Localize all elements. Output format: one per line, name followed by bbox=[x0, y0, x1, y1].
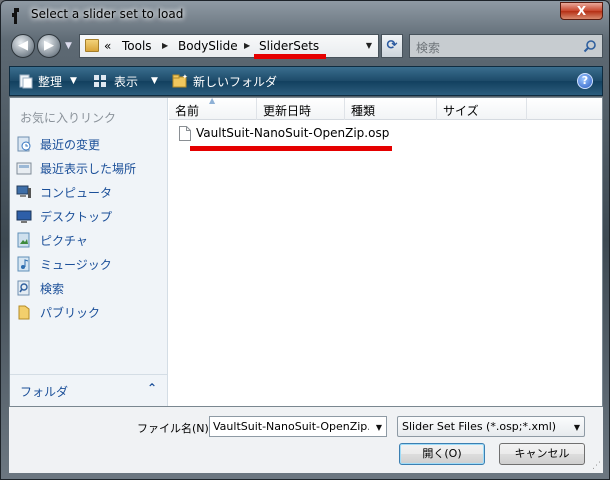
views-dropdown-icon[interactable]: ▼ bbox=[151, 76, 158, 86]
column-label: 名前 bbox=[175, 104, 200, 118]
sidebar-item-recent-places[interactable]: 最近表示した場所 bbox=[14, 157, 164, 179]
organize-dropdown-icon[interactable]: ▼ bbox=[70, 76, 77, 86]
column-header-row: ▲ 名前 更新日時 種類 サイズ bbox=[169, 96, 602, 120]
column-header-type[interactable]: 種類 bbox=[345, 98, 437, 120]
views-button[interactable]: 表示 bbox=[114, 73, 138, 90]
sidebar-item-pictures[interactable]: ピクチャ bbox=[14, 229, 164, 251]
sidebar-item-label: 最近表示した場所 bbox=[40, 162, 137, 176]
pictures-icon bbox=[17, 232, 30, 248]
sidebar-item-label: ピクチャ bbox=[40, 234, 88, 248]
search-icon[interactable] bbox=[583, 39, 597, 53]
sidebar-item-recent-changes[interactable]: 最近の変更 bbox=[14, 133, 164, 155]
search-box[interactable]: 検索 bbox=[409, 34, 603, 58]
title-bar: Select a slider set to load X bbox=[1, 1, 609, 31]
file-dialog-window: Select a slider set to load X ◀ ▶ ▼ « To… bbox=[0, 0, 610, 480]
filetype-value: Slider Set Files (*.osp;*.xml) bbox=[402, 420, 557, 433]
new-folder-button[interactable]: 新しいフォルダ bbox=[193, 73, 277, 90]
filetype-select[interactable]: Slider Set Files (*.osp;*.xml) ▼ bbox=[397, 416, 585, 437]
column-header-name[interactable]: ▲ 名前 bbox=[169, 96, 257, 120]
breadcrumb-slidersets[interactable]: SliderSets bbox=[259, 39, 319, 53]
resize-grip-icon[interactable]: ⋰ bbox=[592, 461, 601, 471]
favorite-links-heading: お気に入りリンク bbox=[20, 111, 117, 125]
chevron-up-icon[interactable]: ⌃ bbox=[147, 381, 157, 395]
recent-pages-dropdown-icon[interactable]: ▼ bbox=[65, 41, 72, 51]
breadcrumb-bodyslide[interactable]: BodySlide bbox=[178, 39, 238, 53]
computer-icon bbox=[16, 185, 31, 198]
file-icon bbox=[179, 126, 191, 141]
file-list-item[interactable]: VaultSuit-NanoSuit-OpenZip.osp bbox=[177, 124, 417, 144]
search-folder-icon bbox=[17, 280, 30, 296]
organize-icon[interactable] bbox=[18, 73, 34, 89]
forward-button[interactable]: ▶ bbox=[37, 34, 61, 58]
desktop-icon bbox=[16, 210, 32, 223]
sidebar-item-search[interactable]: 検索 bbox=[14, 277, 164, 299]
annotation-underline bbox=[254, 54, 326, 59]
sidebar-item-label: 最近の変更 bbox=[40, 138, 101, 152]
dialog-client-area: お気に入りリンク 最近の変更 最近表示した場所 コンピュータ デスクトップ ピク… bbox=[9, 96, 603, 407]
music-icon bbox=[17, 256, 30, 272]
navigation-row: ◀ ▶ ▼ « Tools ▶ BodySlide ▶ SliderSets ▼… bbox=[9, 32, 603, 60]
window-title: Select a slider set to load bbox=[31, 7, 184, 21]
recent-places-icon bbox=[16, 162, 32, 175]
back-button[interactable]: ◀ bbox=[11, 34, 35, 58]
sidebar-item-label: ミュージック bbox=[40, 258, 112, 272]
app-icon bbox=[12, 8, 19, 24]
breadcrumb-separator-icon[interactable]: ▶ bbox=[162, 41, 168, 50]
public-folder-icon bbox=[18, 305, 30, 320]
cancel-button[interactable]: キャンセル bbox=[499, 443, 585, 465]
breadcrumb-tools[interactable]: Tools bbox=[122, 39, 152, 53]
column-label: 種類 bbox=[351, 104, 376, 118]
column-label: サイズ bbox=[443, 104, 479, 118]
organize-button[interactable]: 整理 bbox=[38, 73, 62, 90]
file-name: VaultSuit-NanoSuit-OpenZip.osp bbox=[196, 126, 390, 140]
breadcrumb-separator-icon[interactable]: ▶ bbox=[244, 41, 250, 50]
sort-indicator-icon: ▲ bbox=[209, 96, 216, 105]
sidebar-item-label: コンピュータ bbox=[40, 186, 113, 200]
sidebar-item-label: 検索 bbox=[40, 282, 65, 296]
column-header-size[interactable]: サイズ bbox=[437, 98, 527, 120]
filename-label: ファイル名(N): bbox=[137, 422, 213, 435]
command-toolbar: 整理 ▼ 表示 ▼ ✦ 新しいフォルダ ? bbox=[9, 66, 603, 96]
folders-label: フォルダ bbox=[20, 385, 69, 399]
views-icon[interactable] bbox=[92, 73, 108, 89]
sidebar-item-desktop[interactable]: デスクトップ bbox=[14, 205, 164, 227]
sidebar-item-computer[interactable]: コンピュータ bbox=[14, 181, 164, 203]
dialog-footer: ファイル名(N): VaultSuit-NanoSuit-OpenZip.o ▼… bbox=[9, 407, 603, 473]
folder-icon bbox=[85, 39, 99, 52]
refresh-button[interactable]: ⟳ bbox=[381, 34, 403, 58]
svg-text:✦: ✦ bbox=[182, 73, 188, 81]
filename-value[interactable]: VaultSuit-NanoSuit-OpenZip.o bbox=[213, 420, 369, 433]
column-label: 更新日時 bbox=[263, 104, 312, 118]
navigation-pane: お気に入りリンク 最近の変更 最近表示した場所 コンピュータ デスクトップ ピク… bbox=[10, 98, 168, 406]
chevron-down-icon[interactable]: ▼ bbox=[574, 423, 580, 432]
sidebar-item-label: パブリック bbox=[40, 306, 101, 320]
address-dropdown-icon[interactable]: ▼ bbox=[366, 41, 372, 50]
folders-toggle[interactable]: フォルダ ⌃ bbox=[10, 374, 167, 406]
chevron-down-icon[interactable]: ▼ bbox=[376, 423, 382, 432]
close-button[interactable]: X bbox=[560, 2, 603, 20]
help-icon[interactable]: ? bbox=[577, 73, 593, 89]
sidebar-item-music[interactable]: ミュージック bbox=[14, 253, 164, 275]
address-bar[interactable]: « Tools ▶ BodySlide ▶ SliderSets ▼ bbox=[79, 34, 379, 58]
open-button[interactable]: 開く(O) bbox=[399, 443, 485, 465]
recent-changes-icon bbox=[17, 136, 31, 152]
sidebar-item-public[interactable]: パブリック bbox=[14, 301, 164, 323]
annotation-underline bbox=[190, 146, 392, 151]
breadcrumb-overflow[interactable]: « bbox=[104, 39, 111, 53]
column-header-modified[interactable]: 更新日時 bbox=[257, 98, 345, 120]
search-input[interactable]: 検索 bbox=[416, 39, 440, 56]
file-list-pane: ▲ 名前 更新日時 種類 サイズ VaultSuit-NanoSuit-Open… bbox=[169, 96, 602, 406]
sidebar-item-label: デスクトップ bbox=[40, 210, 113, 224]
filename-field[interactable]: VaultSuit-NanoSuit-OpenZip.o ▼ bbox=[209, 416, 387, 437]
new-folder-icon[interactable]: ✦ bbox=[172, 73, 188, 89]
